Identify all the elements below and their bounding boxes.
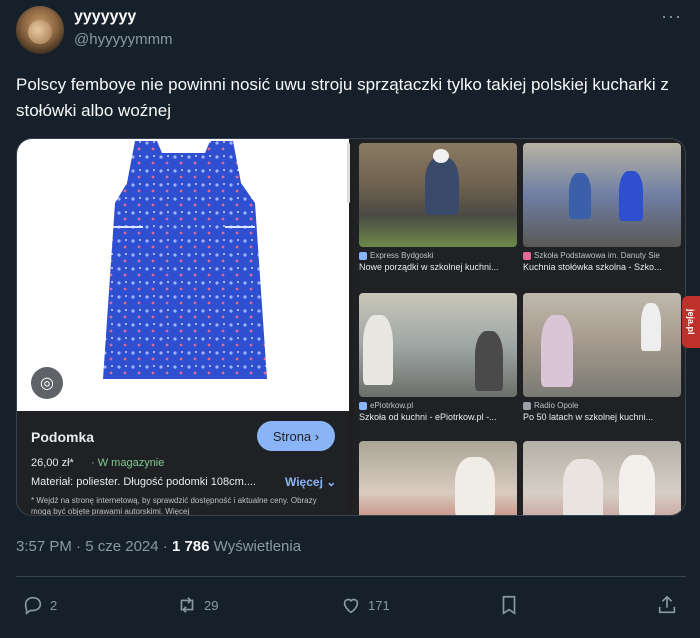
result-thumbnail[interactable]: [359, 143, 517, 247]
image-results-grid: Express Bydgoski Nowe porządki w szkolne…: [353, 139, 685, 515]
like-count: 171: [368, 597, 390, 613]
disclaimer: * Wejdź na stronę internetową, by sprawd…: [31, 496, 317, 516]
product-panel: ◎ Podomka Strona › 26,00 zł* · W magazyn…: [17, 139, 350, 516]
user-handle[interactable]: @hyyyyymmm: [74, 31, 173, 48]
retweet-icon: [180, 597, 194, 613]
heart-icon: [343, 598, 359, 614]
tweet-meta: 3:57 PM · 5 cze 2024 · 1 786 Wyświetleni…: [16, 538, 302, 555]
divider: [16, 576, 686, 577]
result-source: Radio Opole: [534, 401, 579, 410]
product-title: Podomka: [31, 429, 95, 445]
reply-button[interactable]: 2: [22, 594, 57, 616]
favicon-icon: [523, 251, 531, 260]
visit-site-label: Strona: [272, 428, 312, 444]
favicon-icon: [523, 401, 531, 410]
result-title[interactable]: Szkoła od kuchni - ePiotrkow.pl -...: [359, 412, 517, 422]
result-thumbnail[interactable]: [523, 441, 681, 515]
result-thumbnail[interactable]: [359, 293, 517, 397]
product-image: [17, 139, 349, 411]
reply-count: 2: [50, 597, 58, 613]
tweet-date[interactable]: 5 cze 2024: [85, 538, 158, 555]
google-lens-icon[interactable]: ◎: [31, 367, 63, 399]
result-source: ePiotrkow.pl: [370, 401, 414, 410]
visit-site-button[interactable]: Strona ›: [257, 421, 335, 451]
avatar[interactable]: [16, 6, 64, 54]
result-tile[interactable]: [359, 441, 517, 515]
result-title[interactable]: Po 50 latach w szkolnej kuchni...: [523, 412, 681, 422]
more-label: Więcej: [285, 475, 323, 489]
display-name[interactable]: yyyyyyy: [74, 8, 136, 26]
share-button[interactable]: [656, 594, 678, 616]
result-thumbnail[interactable]: [359, 441, 517, 515]
result-title[interactable]: Kuchnia stołówka szkolna - Szko...: [523, 262, 681, 272]
views-count: 1 786: [171, 538, 210, 555]
result-tile[interactable]: Express Bydgoski Nowe porządki w szkolne…: [359, 143, 517, 272]
retweet-count: 29: [204, 597, 219, 613]
retweet-button[interactable]: 29: [176, 594, 218, 616]
stock-status: · W magazynie: [91, 457, 165, 469]
share-icon: [658, 595, 676, 614]
result-thumbnail[interactable]: [523, 293, 681, 397]
bookmark-icon: [502, 595, 516, 615]
product-price: 26,00 zł*: [31, 457, 74, 469]
stock-label: W magazynie: [97, 457, 165, 469]
result-tile[interactable]: Radio Opole Po 50 latach w szkolnej kuch…: [523, 293, 681, 422]
result-tile[interactable]: Szkoła Podstawowa im. Danuty Sie Kuchnia…: [523, 143, 681, 272]
result-source: Express Bydgoski: [370, 251, 434, 260]
favicon-icon: [359, 251, 367, 260]
tweet-media[interactable]: ◎ Podomka Strona › 26,00 zł* · W magazyn…: [16, 138, 686, 516]
views-label: Wyświetlenia: [213, 538, 302, 555]
bookmark-button[interactable]: [498, 594, 520, 616]
tweet-text: Polscy femboye nie powinni nosić uwu str…: [16, 75, 669, 120]
scrollbar[interactable]: [347, 143, 350, 203]
watermark: jeja.pl: [682, 296, 700, 348]
result-tile[interactable]: [523, 441, 681, 515]
result-title[interactable]: Nowe porządki w szkolnej kuchni...: [359, 262, 517, 272]
more-options-icon[interactable]: ···: [661, 6, 682, 27]
tweet-time[interactable]: 3:57 PM: [16, 538, 72, 555]
product-description: Materiał: poliester. Długość podomki 108…: [31, 476, 256, 488]
apron-dress-illustration: [103, 141, 267, 379]
result-source: Szkoła Podstawowa im. Danuty Sie: [534, 251, 660, 260]
result-tile[interactable]: ePiotrkow.pl Szkoła od kuchni - ePiotrko…: [359, 293, 517, 422]
more-button[interactable]: Więcej ⌄: [285, 475, 336, 489]
result-thumbnail[interactable]: [523, 143, 681, 247]
favicon-icon: [359, 401, 367, 410]
reply-icon: [24, 596, 42, 615]
like-button[interactable]: 171: [340, 594, 390, 616]
